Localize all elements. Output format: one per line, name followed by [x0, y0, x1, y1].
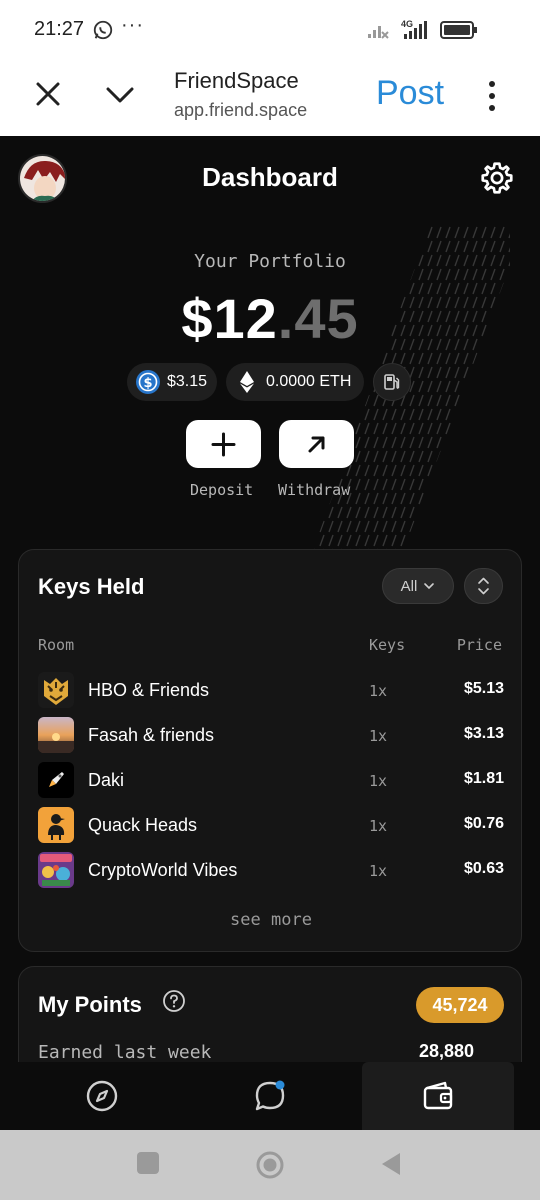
room-thumbnail-sunset — [38, 717, 74, 753]
nav-explore[interactable] — [26, 1062, 178, 1130]
deposit-label: Deposit — [190, 481, 254, 499]
room-name: Daki — [88, 770, 125, 790]
status-bar: 21:27 ··· 4G — [0, 0, 540, 58]
usdc-icon: $ — [136, 370, 160, 394]
column-header-room: Room — [38, 636, 75, 654]
help-icon[interactable] — [162, 989, 186, 1013]
room-name: Quack Heads — [88, 815, 198, 835]
room-price: $3.13 — [463, 725, 504, 742]
room-row[interactable]: Fasah & friends 1x $3.13 — [19, 715, 523, 755]
eth-chip[interactable]: 0.0000 ETH — [226, 363, 364, 401]
room-thumbnail-duck — [38, 807, 74, 843]
room-row[interactable]: CryptoWorld Vibes 1x $0.63 — [19, 850, 523, 890]
room-name: Fasah & friends — [88, 725, 215, 745]
column-header-keys: Keys — [369, 636, 406, 654]
gas-pump-icon — [384, 374, 400, 390]
nav-chat[interactable] — [194, 1062, 346, 1130]
eth-value: 0.0000 ETH — [266, 373, 352, 390]
system-navigation-bar — [0, 1130, 540, 1200]
svg-text:$: $ — [143, 376, 152, 391]
page-title: Dashboard — [202, 162, 338, 192]
sort-button[interactable] — [464, 568, 503, 604]
compass-icon — [86, 1080, 118, 1112]
room-price: $0.63 — [463, 860, 504, 877]
notification-dot — [275, 1080, 285, 1090]
plus-icon — [211, 432, 236, 457]
column-header-price: Price — [456, 636, 502, 654]
deposit-button[interactable] — [186, 420, 261, 468]
status-time: 21:27 — [34, 18, 85, 40]
chevron-down-icon — [424, 583, 435, 590]
bottom-navigation — [0, 1062, 540, 1130]
room-name: HBO & Friends — [88, 680, 210, 700]
room-row[interactable]: HBO & Friends 1x $5.13 — [19, 670, 523, 710]
withdraw-button[interactable] — [279, 420, 354, 468]
room-price: $0.76 — [463, 815, 504, 832]
room-keys: 1x — [369, 862, 388, 880]
browser-url[interactable]: app.friend.space — [174, 100, 307, 121]
filter-label: All — [400, 577, 418, 595]
room-keys: 1x — [369, 682, 388, 700]
gear-icon[interactable] — [479, 160, 515, 196]
room-keys: 1x — [369, 727, 388, 745]
usdc-chip[interactable]: $ $3.15 — [127, 363, 217, 401]
keys-held-title: Keys Held — [38, 574, 145, 599]
browser-page-title: FriendSpace — [174, 68, 299, 93]
post-button[interactable]: Post — [376, 74, 444, 113]
room-keys: 1x — [369, 772, 388, 790]
more-vertical-icon[interactable] — [484, 80, 500, 112]
balance-chips: $ $3.15 0.0000 ETH — [0, 363, 540, 403]
my-points-title: My Points — [38, 992, 142, 1017]
balance-cents: .45 — [277, 287, 359, 350]
room-keys: 1x — [369, 817, 388, 835]
background-pattern — [300, 226, 510, 586]
filter-dropdown[interactable]: All — [382, 568, 454, 604]
wallet-icon — [423, 1081, 453, 1110]
home-button[interactable] — [255, 1150, 285, 1180]
room-price: $1.81 — [463, 770, 504, 787]
withdraw-label: Withdraw — [278, 481, 351, 499]
room-row[interactable]: Daki 1x $1.81 — [19, 760, 523, 800]
wifi-off-icon — [368, 26, 389, 39]
notification-dots: ··· — [121, 14, 144, 36]
status-icons: 4G — [368, 19, 477, 39]
gas-button[interactable] — [373, 363, 411, 401]
room-thumbnail-tiger — [38, 672, 74, 708]
see-more-link[interactable]: see more — [19, 910, 523, 930]
nav-wallet[interactable] — [362, 1062, 514, 1130]
room-thumbnail-cryptoworld — [38, 852, 74, 888]
ethereum-icon — [240, 371, 254, 393]
room-price: $5.13 — [463, 680, 504, 697]
sort-icon — [478, 577, 489, 595]
room-name: CryptoWorld Vibes — [88, 860, 238, 880]
close-icon[interactable] — [34, 80, 62, 108]
portfolio-label: Your Portfolio — [194, 251, 346, 272]
browser-toolbar: FriendSpace app.friend.space Post — [0, 58, 540, 136]
earned-last-week-value: 28,880 — [419, 1041, 475, 1061]
back-button[interactable] — [380, 1151, 402, 1177]
network-type-label: 4G — [401, 19, 413, 29]
recents-button[interactable] — [137, 1152, 159, 1174]
room-row[interactable]: Quack Heads 1x $0.76 — [19, 805, 523, 845]
usdc-value: $3.15 — [167, 373, 208, 390]
battery-icon — [440, 21, 477, 39]
earned-last-week-label: Earned last week — [38, 1042, 212, 1063]
portfolio-balance: $12.45 — [0, 286, 540, 351]
arrow-up-right-icon — [308, 436, 325, 453]
chevron-down-icon[interactable] — [104, 80, 136, 108]
room-thumbnail-rocket — [38, 762, 74, 798]
app-screen: Dashboard Your Portfolio $12.45 $ $3.15 … — [0, 136, 540, 1130]
points-total-badge: 45,724 — [416, 987, 504, 1023]
chat-bubble-icon — [255, 1080, 285, 1111]
keys-held-card: Keys Held All Room Keys Price HBO & Frie… — [18, 549, 522, 952]
whatsapp-icon — [93, 20, 113, 40]
balance-dollars: $12 — [181, 287, 278, 350]
